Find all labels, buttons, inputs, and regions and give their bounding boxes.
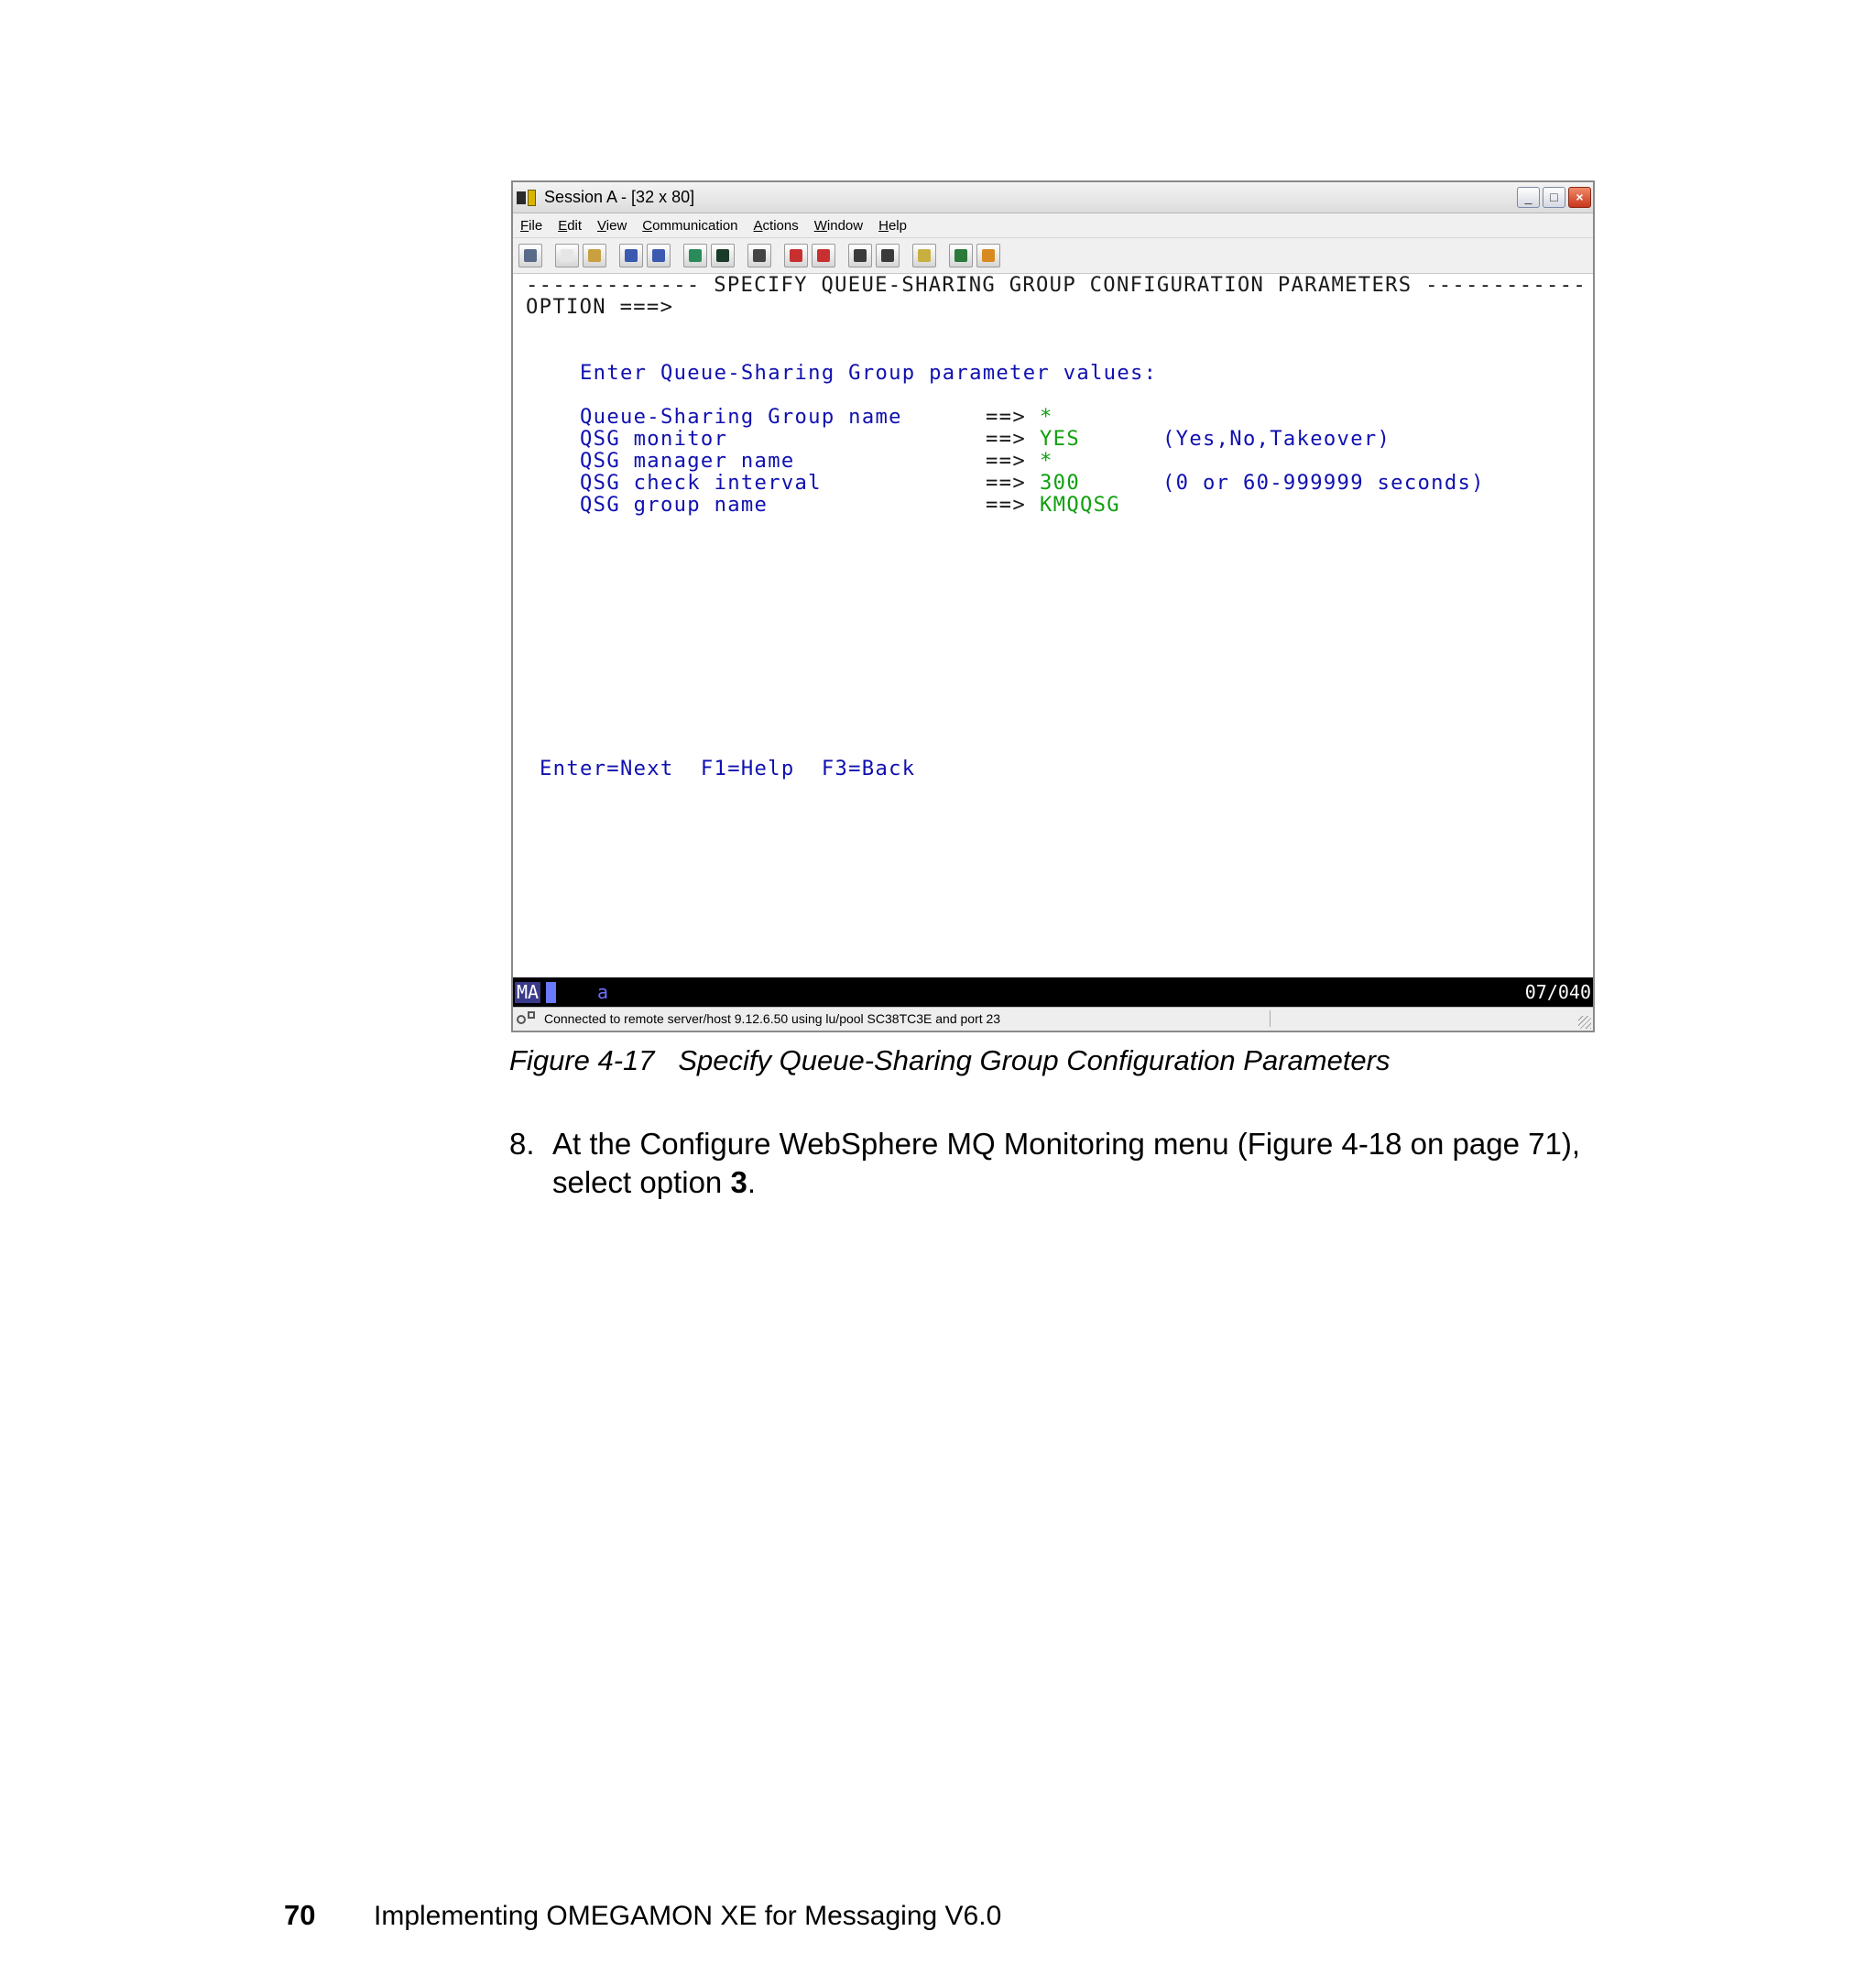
terminal-screen[interactable]: ------------- SPECIFY QUEUE-SHARING GROU…	[513, 274, 1593, 977]
field-label-qsg-manager: QSG manager name	[580, 449, 795, 473]
macro-run-icon[interactable]	[876, 244, 900, 267]
oia-cursor-position: 07/040	[1524, 981, 1591, 1003]
menu-communication[interactable]: Communication	[642, 218, 737, 234]
step-text-line2: select option 3.	[552, 1165, 756, 1200]
operator-info-area: MA a 07/040	[513, 977, 1593, 1008]
send-file-icon[interactable]	[619, 244, 643, 267]
intro-text: Enter Queue-Sharing Group parameter valu…	[580, 361, 1158, 385]
display-icon[interactable]	[683, 244, 707, 267]
field-label-qsg-check-interval: QSG check interval	[580, 471, 822, 495]
step-text-suffix: .	[747, 1165, 756, 1199]
menu-help[interactable]: Help	[878, 218, 907, 234]
menu-bar: File Edit View Communication Actions Win…	[513, 213, 1593, 238]
option-prompt[interactable]: OPTION ===>	[526, 296, 673, 318]
screen-header: ------------- SPECIFY QUEUE-SHARING GROU…	[526, 273, 1587, 297]
emulator-window: Session A - [32 x 80] _ □ × File Edit Vi…	[511, 180, 1595, 1032]
field-hint-qsg-check-interval: (0 or 60-999999 seconds)	[1162, 471, 1485, 495]
menu-window[interactable]: Window	[814, 218, 863, 234]
keyboard-map-icon[interactable]	[711, 244, 735, 267]
field-value-qsg-check-interval[interactable]: 300	[1040, 472, 1080, 494]
field-hint-qsg-monitor: (Yes,No,Takeover)	[1162, 427, 1391, 451]
step-option-number: 3	[730, 1165, 747, 1199]
field-arrow: ==>	[986, 471, 1026, 495]
step-text-line1: At the Configure WebSphere MQ Monitoring…	[552, 1127, 1580, 1161]
connection-icon	[517, 1011, 537, 1026]
figure-caption: Figure 4-17 Specify Queue-Sharing Group …	[509, 1044, 1391, 1076]
menu-edit[interactable]: Edit	[558, 218, 582, 234]
toolbar	[513, 238, 1593, 274]
field-value-qsg-manager[interactable]: *	[1040, 450, 1053, 472]
title-bar[interactable]: Session A - [32 x 80] _ □ ×	[513, 182, 1593, 213]
field-arrow: ==>	[986, 427, 1026, 451]
status-divider	[1270, 1010, 1271, 1027]
field-label-qsg-group: QSG group name	[580, 493, 769, 517]
field-value-qsg-monitor[interactable]: YES	[1040, 428, 1080, 450]
globe-icon[interactable]	[949, 244, 973, 267]
copy-icon[interactable]	[555, 244, 579, 267]
book-title: Implementing OMEGAMON XE for Messaging V…	[374, 1901, 1002, 1931]
maximize-button[interactable]: □	[1543, 187, 1565, 208]
resize-grip-icon[interactable]	[1578, 1016, 1591, 1029]
clipboard-icon[interactable]	[912, 244, 936, 267]
status-bar: Connected to remote server/host 9.12.6.5…	[513, 1007, 1593, 1031]
menu-file[interactable]: File	[520, 218, 542, 234]
field-arrow: ==>	[986, 493, 1026, 517]
pf-key-legend: Enter=Next F1=Help F3=Back	[540, 757, 916, 780]
macro-record-icon[interactable]	[747, 244, 771, 267]
field-arrow: ==>	[986, 405, 1026, 429]
minimize-button[interactable]: _	[1517, 187, 1540, 208]
field-arrow: ==>	[986, 449, 1026, 473]
close-button[interactable]: ×	[1568, 187, 1591, 208]
field-label-qsg-name: Queue-Sharing Group name	[580, 405, 902, 429]
oia-session: a	[597, 981, 609, 1003]
print-screen-icon[interactable]	[518, 244, 542, 267]
connection-status: Connected to remote server/host 9.12.6.5…	[544, 1011, 1001, 1026]
paste-icon[interactable]	[583, 244, 606, 267]
oia-cursor-indicator	[546, 982, 556, 1003]
support-icon[interactable]	[976, 244, 1000, 267]
macro-edit-icon[interactable]	[848, 244, 872, 267]
field-value-qsg-group[interactable]: KMQQSG	[1040, 494, 1120, 516]
window-title: Session A - [32 x 80]	[544, 188, 695, 206]
oia-mode: MA	[515, 981, 541, 1003]
macro-stop-icon[interactable]	[812, 244, 835, 267]
page-number: 70	[284, 1899, 316, 1931]
field-value-qsg-name[interactable]: *	[1040, 406, 1053, 428]
pcomm-app-icon	[517, 189, 539, 206]
macro-play-icon[interactable]	[784, 244, 808, 267]
menu-view[interactable]: View	[597, 218, 627, 234]
field-label-qsg-monitor: QSG monitor	[580, 427, 728, 451]
step-text-prefix: select option	[552, 1165, 731, 1199]
menu-actions[interactable]: Actions	[754, 218, 799, 234]
receive-file-icon[interactable]	[647, 244, 671, 267]
step-number: 8.	[509, 1127, 535, 1161]
